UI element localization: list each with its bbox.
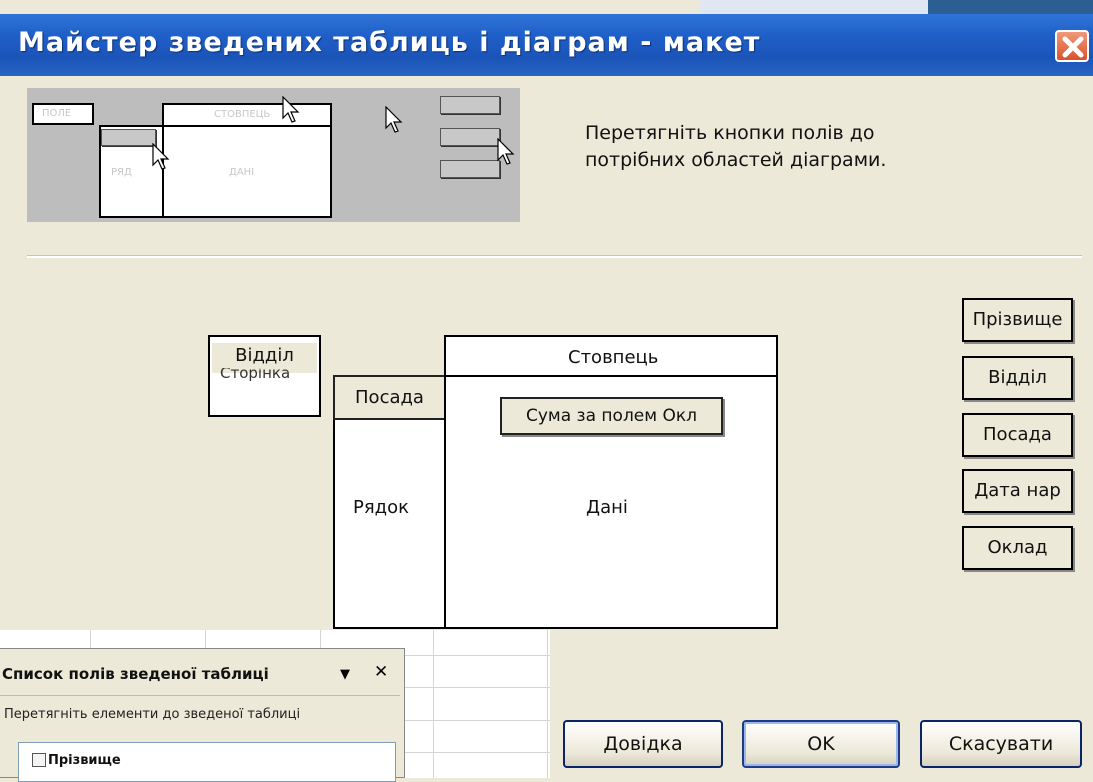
- grid-line: [405, 720, 550, 721]
- field-button-salary[interactable]: Оклад: [962, 526, 1073, 570]
- panel-field-item[interactable]: Прізвище: [48, 753, 121, 768]
- panel-title: Список полів зведеної таблиці: [2, 665, 269, 683]
- cursor-icon: [282, 96, 300, 123]
- page-area-label: Сторінка: [220, 368, 291, 382]
- field-button-department[interactable]: Відділ: [962, 356, 1073, 400]
- panel-divider: [0, 695, 400, 696]
- preview-column-area: СТОВПЕЦЬ: [162, 103, 332, 127]
- instruction-text: Перетягніть кнопки полів до потрібних об…: [585, 122, 887, 171]
- separator: [27, 255, 1082, 258]
- panel-hint: Перетягніть елементи до зведеної таблиці: [4, 707, 301, 722]
- ok-button[interactable]: OK: [742, 720, 900, 768]
- grid-line: [405, 752, 550, 753]
- cursor-icon: [385, 106, 403, 133]
- preview-page-area: ПОЛЕ: [32, 103, 94, 125]
- window-title: Майстер зведених таблиць і діаграм - мак…: [18, 27, 761, 58]
- preview-field-button-3: [440, 160, 500, 178]
- data-area-label: Дані: [586, 497, 628, 518]
- row-area-label: Рядок: [353, 497, 410, 518]
- panel-close-icon[interactable]: ✕: [374, 662, 388, 682]
- row-drop-area[interactable]: Посада Рядок: [333, 375, 446, 629]
- field-button-position[interactable]: Посада: [962, 413, 1073, 457]
- grid-line: [405, 655, 550, 656]
- page-drop-area[interactable]: Відділ Сторінка: [208, 335, 321, 417]
- field-button-birthdate[interactable]: Дата нар: [962, 469, 1073, 513]
- column-drop-area[interactable]: Стовпець: [444, 335, 778, 377]
- close-icon: [1062, 36, 1084, 58]
- preview-field-button-1: [440, 96, 500, 114]
- data-field-button[interactable]: Сума за полем Окл: [500, 397, 723, 435]
- preview-field-button-2: [440, 128, 500, 146]
- layout-preview-image: ПОЛЕ СТОВПЕЦЬ РЯД ДАНІ: [27, 88, 520, 222]
- grid-line: [405, 687, 550, 688]
- cancel-button[interactable]: Скасувати: [920, 720, 1082, 768]
- row-field-button[interactable]: Посада: [333, 375, 446, 420]
- field-button-surname[interactable]: Прізвище: [962, 298, 1073, 342]
- title-bar[interactable]: Майстер зведених таблиць і діаграм - мак…: [0, 14, 1093, 76]
- help-button[interactable]: Довідка: [563, 720, 723, 768]
- close-button[interactable]: [1055, 30, 1089, 62]
- data-drop-area[interactable]: Сума за полем Окл Дані: [444, 375, 778, 629]
- table-field-icon: [32, 753, 46, 767]
- grid-line: [547, 630, 548, 778]
- cursor-icon: [152, 143, 170, 170]
- cursor-icon: [497, 138, 515, 165]
- grid-line: [433, 630, 434, 778]
- preview-data-area: ДАНІ: [162, 125, 332, 218]
- pivot-field-list-panel[interactable]: Список полів зведеної таблиці ▼ ✕ Перетя…: [0, 648, 405, 782]
- column-area-label: Стовпець: [568, 347, 659, 368]
- dropdown-arrow-icon[interactable]: ▼: [340, 667, 350, 682]
- preview-row-button: [101, 129, 156, 146]
